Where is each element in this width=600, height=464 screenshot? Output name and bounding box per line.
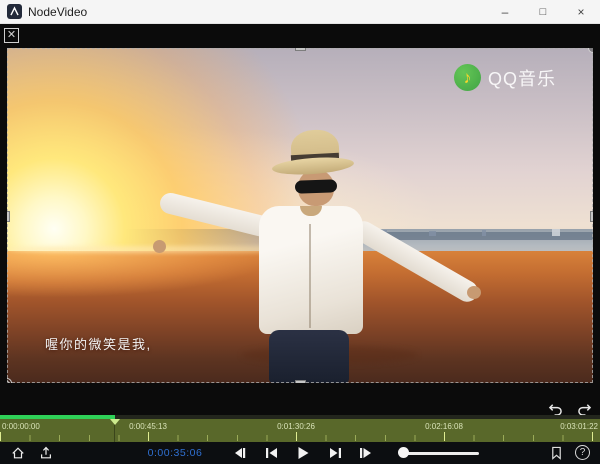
step-backward-button[interactable] [231,446,247,460]
child-shirt [259,206,363,334]
help-button[interactable]: ? [575,445,590,460]
close-button[interactable]: × [562,0,600,24]
qq-music-watermark: ♪ QQ音乐 [454,64,556,91]
watermark-text: QQ音乐 [488,65,556,91]
resize-handle-top[interactable] [295,48,306,51]
skip-to-end-button[interactable] [327,446,343,460]
video-subtitle: 喔你的微笑是我, [45,334,152,353]
maximize-button[interactable]: □ [524,0,562,24]
resize-handle-left[interactable] [7,211,10,222]
skip-to-start-button[interactable] [263,446,279,460]
nodevideo-window: NodeVideo – □ × ✕ [0,0,600,464]
titlebar: NodeVideo – □ × [0,0,600,24]
app-logo-icon [7,4,22,19]
child-sunglasses [295,179,337,193]
resize-handle-bottom[interactable] [295,380,306,383]
child-shirt-placket [309,224,311,328]
timecode-label: 0:03:01:22 [560,422,598,431]
current-time-display: 0:00:35:06 [138,447,212,459]
play-button[interactable] [295,446,311,460]
speed-slider-track[interactable] [403,452,479,455]
progress-bar [0,415,115,419]
redo-button[interactable] [577,402,592,415]
transport-bar: 0:00:35:06 [0,442,600,464]
export-button[interactable] [38,446,54,460]
speed-slider-knob[interactable] [398,447,409,458]
resize-handle-right[interactable] [590,211,593,222]
scene-building [552,229,560,236]
scene-building [482,230,486,236]
playhead-marker[interactable] [110,419,120,425]
video-canvas[interactable]: ♪ QQ音乐 喔你的微笑是我, [7,48,593,383]
home-button[interactable] [10,446,26,460]
child-left-hand [153,240,166,253]
child-right-hand [467,286,481,299]
ruler-ticks-major [0,432,600,441]
editor-area: ✕ [0,24,600,415]
timecode-label: 0:00:00:00 [2,422,40,431]
scene-building [429,231,436,236]
step-forward-button[interactable] [357,446,373,460]
timecode-label: 0:02:16:08 [425,422,463,431]
bookmark-button[interactable] [548,446,564,460]
timeline-ruler[interactable]: 0:00:00:00 0:00:45:13 0:01:30:26 0:02:16… [0,415,600,442]
child-pants [269,330,349,383]
music-note-icon: ♪ [462,68,473,86]
deselect-icon[interactable]: ✕ [4,28,19,43]
minimize-button[interactable]: – [486,0,524,24]
window-title: NodeVideo [28,5,87,19]
timecode-label: 0:01:30:26 [277,422,315,431]
undo-button[interactable] [548,402,563,415]
qq-music-logo-icon: ♪ [454,64,481,91]
timecode-label: 0:00:45:13 [129,422,167,431]
